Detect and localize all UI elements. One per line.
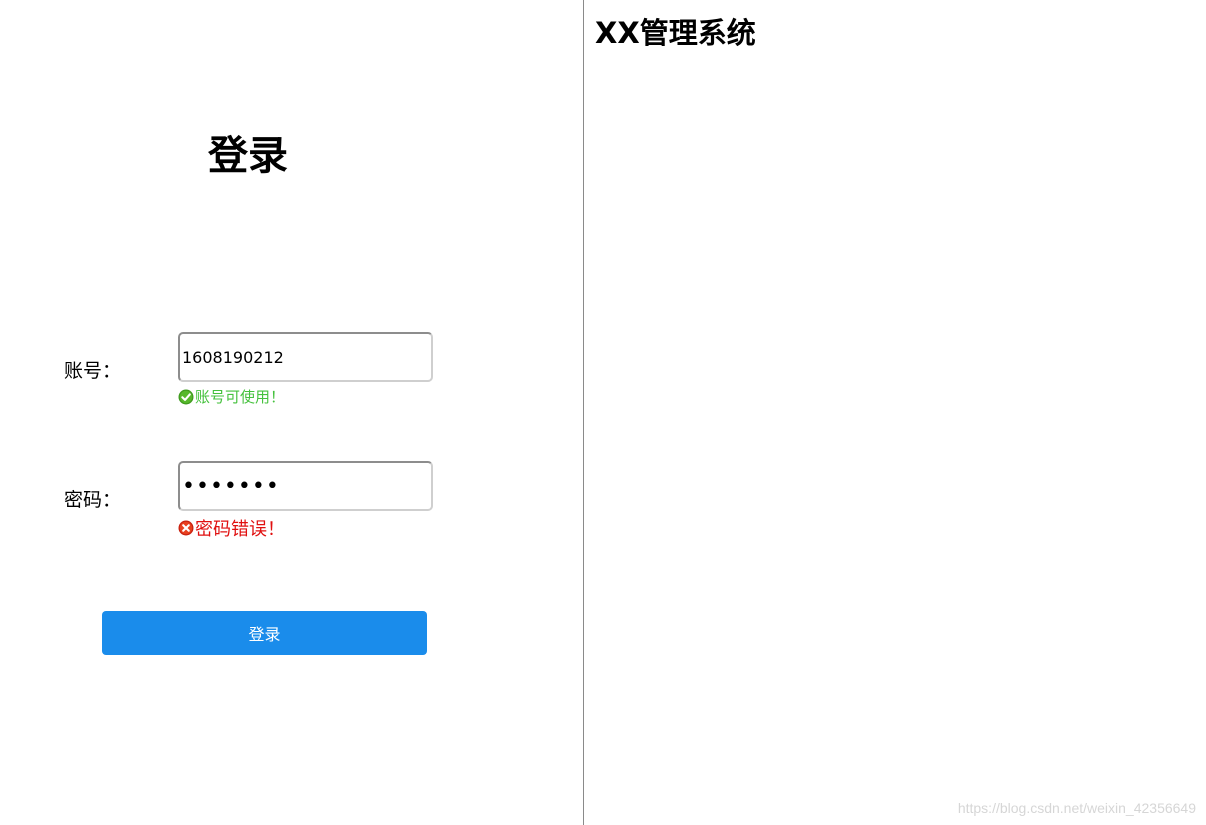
password-status-text: 密码错误！ bbox=[195, 519, 285, 540]
page: 登录 账号： 账号可使用！ 密码： 密码错误！ bbox=[0, 0, 1206, 825]
account-label: 账号： bbox=[64, 360, 122, 382]
account-status-message: 账号可使用！ bbox=[178, 386, 285, 407]
login-panel: 登录 账号： 账号可使用！ 密码： 密码错误！ bbox=[0, 0, 583, 825]
account-input[interactable] bbox=[178, 332, 433, 382]
password-input[interactable] bbox=[178, 461, 433, 511]
account-status-text: 账号可使用！ bbox=[195, 388, 286, 406]
password-label: 密码： bbox=[64, 489, 122, 511]
login-heading: 登录 bbox=[208, 133, 288, 179]
main-panel: XX管理系统 bbox=[584, 0, 1206, 825]
error-circle-icon bbox=[178, 520, 194, 536]
check-circle-icon bbox=[178, 389, 194, 405]
system-title: XX管理系统 bbox=[595, 16, 756, 50]
watermark: https://blog.csdn.net/weixin_42356649 bbox=[957, 800, 1196, 816]
login-button[interactable]: 登录 bbox=[102, 611, 427, 655]
password-status-message: 密码错误！ bbox=[178, 515, 285, 541]
